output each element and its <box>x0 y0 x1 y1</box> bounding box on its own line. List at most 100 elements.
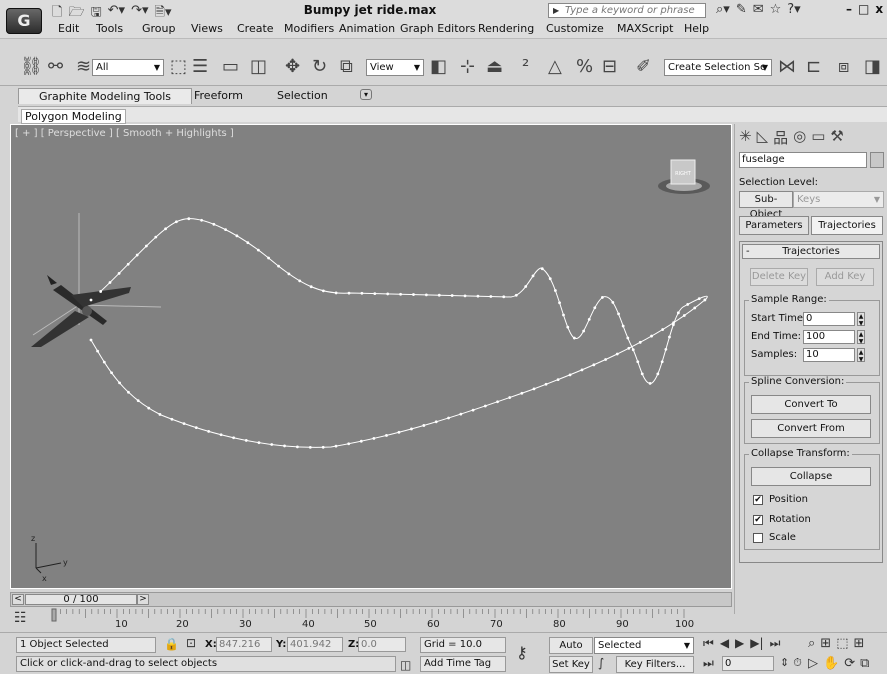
application-menu-button[interactable]: G <box>6 8 42 34</box>
trajectory-key[interactable] <box>471 408 475 412</box>
trajectory-key[interactable] <box>686 303 690 306</box>
hierarchy-panel-icon[interactable]: 品 <box>773 127 788 148</box>
pan-icon[interactable]: ✋ <box>823 656 839 671</box>
trajectory-key[interactable] <box>558 301 561 305</box>
menu-create[interactable]: Create <box>237 22 274 35</box>
trajectory-key[interactable] <box>108 281 112 284</box>
zoom-icon[interactable]: ⌕ <box>808 636 815 651</box>
trajectory-key[interactable] <box>631 348 635 352</box>
trajectory-key[interactable] <box>502 295 506 299</box>
trajectory-key[interactable] <box>676 311 680 315</box>
trajectory-key[interactable] <box>682 314 686 317</box>
viewcube[interactable]: RIGHT <box>658 159 710 194</box>
trajectory-key[interactable] <box>600 296 604 299</box>
edit-named-selection-icon[interactable]: ✐ <box>636 57 651 77</box>
reference-coordinate-dropdown[interactable]: View ▼ <box>366 59 424 76</box>
trajectory-key[interactable] <box>170 417 174 421</box>
trajectory-key[interactable] <box>347 442 351 446</box>
trajectory-key[interactable] <box>656 372 660 376</box>
trajectory-key[interactable] <box>298 279 302 283</box>
trajectory-key[interactable] <box>164 227 168 231</box>
convert-to-button[interactable]: Convert To <box>751 395 871 414</box>
trajectory-key[interactable] <box>648 381 652 385</box>
menu-maxscript[interactable]: MAXScript <box>617 22 673 35</box>
trajectory-key[interactable] <box>385 434 388 437</box>
menu-rendering[interactable]: Rendering <box>478 22 534 35</box>
trajectory-key[interactable] <box>96 349 99 353</box>
orbit-icon[interactable]: ⟳ <box>844 656 855 671</box>
trajectory-key[interactable] <box>372 437 376 440</box>
snaps-toggle-icon[interactable]: ² <box>522 57 529 77</box>
trajectory-key[interactable] <box>118 381 121 385</box>
trajectory-key[interactable] <box>593 306 597 310</box>
trajectory-key[interactable] <box>110 371 113 375</box>
go-to-start-icon[interactable]: ⏮ <box>703 636 714 651</box>
trajectory-key[interactable] <box>459 412 463 416</box>
trajectory-key[interactable] <box>296 445 299 449</box>
trajectory-key[interactable] <box>256 248 260 252</box>
key-mode-toggle-icon[interactable]: ⏭ <box>703 656 714 671</box>
named-selection-sets-dropdown[interactable]: Create Selection Se ▼ <box>664 59 772 76</box>
trajectory-key[interactable] <box>697 297 701 301</box>
trajectory-key[interactable] <box>154 235 158 239</box>
trajectory-key[interactable] <box>334 444 338 448</box>
search-input[interactable]: ▶ Type a keyword or phrase <box>548 3 706 18</box>
menu-animation[interactable]: Animation <box>339 22 395 35</box>
trajectory-key[interactable] <box>627 346 631 350</box>
trajectory-key[interactable] <box>212 222 216 226</box>
trajectory-key[interactable] <box>244 439 248 442</box>
collapse-button[interactable]: Collapse <box>751 467 871 486</box>
trajectory-key[interactable] <box>520 391 524 395</box>
trajectory-key[interactable] <box>580 368 584 372</box>
trajectory-key[interactable] <box>626 336 630 340</box>
trajectory-key[interactable] <box>548 277 552 281</box>
trajectory-key[interactable] <box>476 294 480 298</box>
select-object-icon[interactable]: ⬚ <box>170 57 187 77</box>
keyboard-shortcut-override-icon[interactable]: ⏏ <box>486 57 503 77</box>
trajectory-key[interactable] <box>450 294 454 297</box>
trajectory-key[interactable] <box>611 300 615 304</box>
trajectory-key[interactable] <box>434 420 438 424</box>
trajectory-path[interactable] <box>90 218 708 448</box>
position-checkbox[interactable]: ✔ <box>753 495 763 505</box>
create-panel-icon[interactable]: ✳ <box>739 127 752 148</box>
end-time-spinner[interactable]: ▲ ▼ <box>857 330 865 345</box>
maximize-viewport-icon[interactable]: ⧉ <box>860 656 869 671</box>
set-key-button[interactable]: Set Key <box>549 656 593 673</box>
trajectory-key[interactable] <box>194 426 198 430</box>
trajectory-key[interactable] <box>410 427 413 431</box>
select-and-move-icon[interactable]: ✥ <box>285 57 300 77</box>
menu-group[interactable]: Group <box>142 22 176 35</box>
trajectory-key[interactable] <box>638 340 642 344</box>
menu-modifiers[interactable]: Modifiers <box>284 22 334 35</box>
trajectory-key[interactable] <box>703 298 707 302</box>
absolute-mode-transform-icon[interactable]: ⊡ <box>186 636 196 650</box>
trajectory-key[interactable] <box>640 372 644 376</box>
start-time-field[interactable]: 0 <box>803 312 855 326</box>
trajectory-key[interactable] <box>661 328 665 331</box>
trajectory-key[interactable] <box>224 228 227 232</box>
trajectory-key[interactable] <box>615 352 619 356</box>
select-and-link-icon[interactable]: ⛓ <box>20 57 43 77</box>
trajectory-key[interactable] <box>182 422 186 425</box>
start-time-spinner[interactable]: ▲ ▼ <box>857 312 865 327</box>
trajectory-key[interactable] <box>347 291 351 295</box>
spinner-snap-icon[interactable]: ⊟ <box>602 57 617 77</box>
binoculars-icon[interactable]: ⌕▾ <box>716 2 730 17</box>
trajectory-key[interactable] <box>672 321 676 325</box>
current-frame-field[interactable]: 0 <box>722 656 774 671</box>
select-and-scale-icon[interactable]: ⧉ <box>340 57 353 77</box>
samples-field[interactable]: 10 <box>803 348 855 362</box>
trajectory-key[interactable] <box>219 433 223 437</box>
rectangular-selection-icon[interactable]: ▭ <box>222 57 239 77</box>
favorites-icon[interactable]: ☆ <box>770 2 782 17</box>
select-and-manipulate-icon[interactable]: ⊹ <box>460 57 475 77</box>
default-in-out-tangent-icon[interactable]: ∫ <box>598 656 604 670</box>
search-expand-icon[interactable]: ▶ <box>553 4 559 17</box>
trajectory-key[interactable] <box>321 445 325 449</box>
trajectory-key[interactable] <box>621 324 625 328</box>
trajectory-key[interactable] <box>660 360 664 364</box>
spinner-arrows-icon[interactable]: ⇕ <box>780 656 789 670</box>
trajectory-key[interactable] <box>397 430 401 434</box>
menu-graph-editors[interactable]: Graph Editors <box>400 22 476 35</box>
